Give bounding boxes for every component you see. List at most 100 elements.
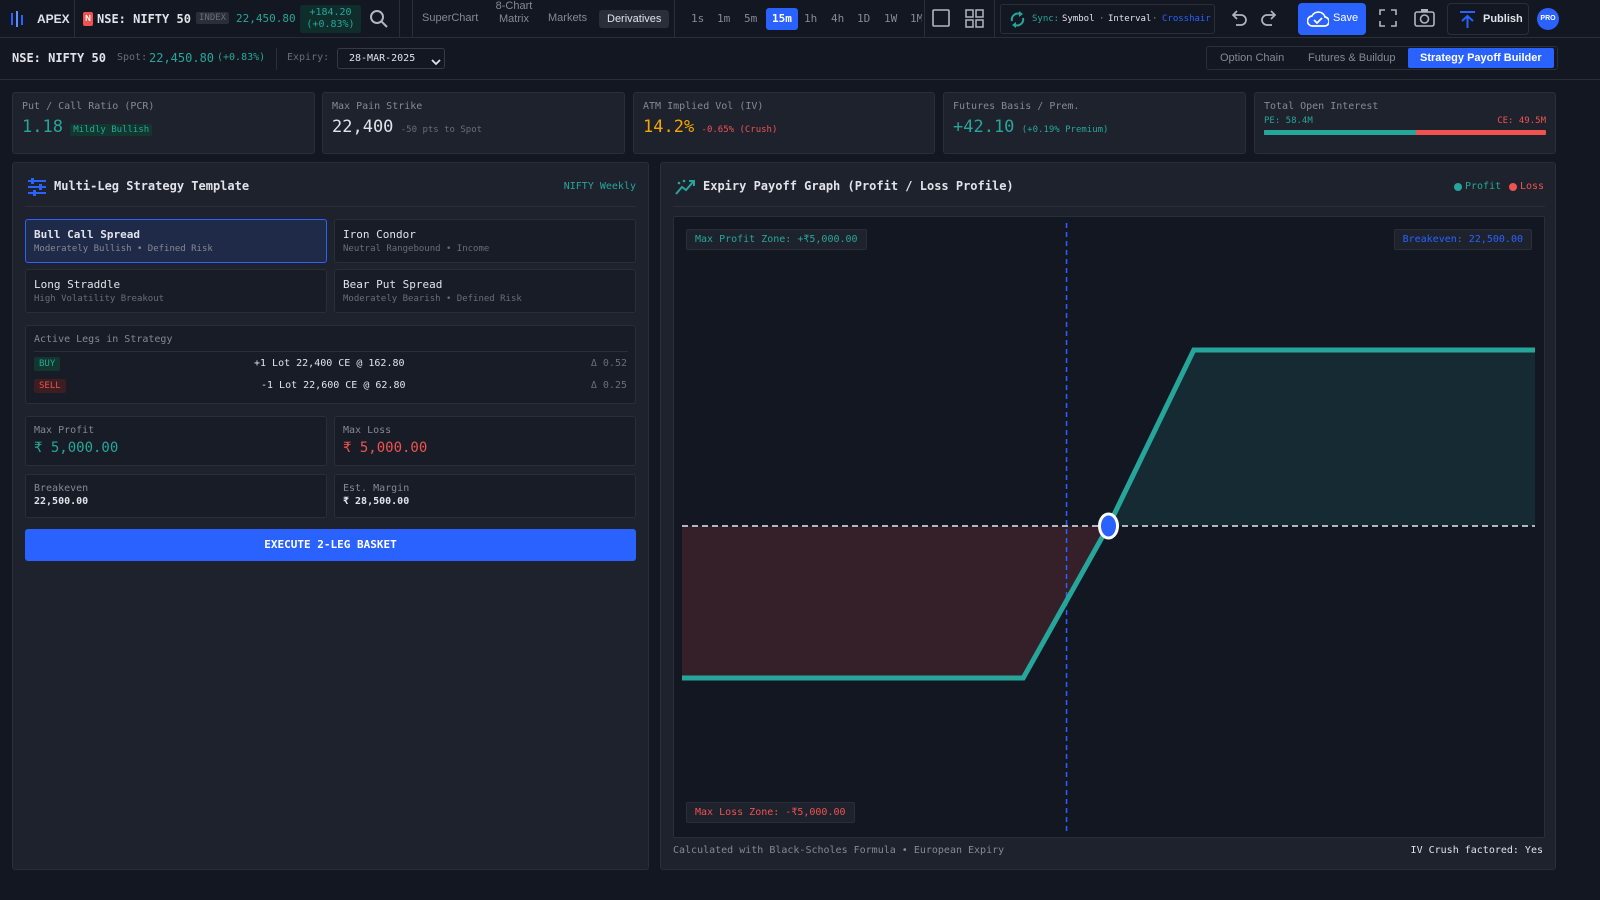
nav-derivatives[interactable]: Derivatives — [599, 10, 670, 28]
payoff-footer-iv-crush: IV Crush factored: Yes — [1410, 845, 1543, 856]
symbol-price: 22,450.80 — [236, 12, 296, 25]
spot-label: Spot: — [117, 52, 148, 63]
trend-chart-icon — [675, 178, 697, 199]
stat-label: Put / Call Ratio (PCR) — [22, 101, 155, 112]
template-bull-call-spread[interactable]: Bull Call Spread Moderately Bullish • De… — [25, 219, 327, 263]
stat-label: ATM Implied Vol (IV) — [643, 101, 764, 112]
expiry-select[interactable]: 28-MAR-2025 — [337, 48, 445, 69]
sync-separator-1: · — [1099, 14, 1105, 24]
timeframe-5m[interactable]: 5m — [744, 12, 757, 25]
timeframe-1d[interactable]: 1D — [857, 12, 870, 25]
stat-card-futures-basis: Futures Basis / Prem. +42.10 (+0.19% Pre… — [943, 92, 1246, 154]
tab-option-chain[interactable]: Option Chain — [1220, 52, 1284, 64]
view-tabs: Option Chain Futures & Buildup Strategy … — [1206, 46, 1558, 70]
symbol-name[interactable]: NSE: NIFTY 50 — [97, 12, 191, 26]
atm-iv-value: 14.2% — [643, 117, 695, 137]
save-button[interactable]: Save — [1298, 3, 1366, 35]
stat-label: Max Pain Strike — [332, 101, 423, 112]
template-desc: Neutral Rangebound • Income — [343, 244, 490, 254]
strategy-badge: NIFTY Weekly — [563, 181, 636, 192]
strategy-panel: Multi-Leg Strategy Template NIFTY Weekly… — [12, 162, 649, 870]
timeframe-1m-month[interactable]: 1M — [910, 12, 922, 25]
redo-icon[interactable] — [1261, 10, 1279, 29]
max-pain-sub: -50 pts to Spot — [400, 125, 483, 135]
payoff-chart — [682, 223, 1535, 831]
symbol-badge: N — [83, 12, 93, 26]
template-bear-put-spread[interactable]: Bear Put Spread Moderately Bearish • Def… — [334, 269, 636, 313]
template-iron-condor[interactable]: Iron Condor Neutral Rangebound • Income — [334, 219, 636, 263]
search-icon[interactable] — [369, 9, 389, 32]
oi-pe-value: PE: 58.4M — [1264, 116, 1313, 126]
price-change-pct: (+0.83%) — [306, 19, 355, 30]
sync-crosshair[interactable]: Crosshair — [1162, 14, 1211, 24]
timeframe-4h[interactable]: 4h — [831, 12, 844, 25]
metric-label: Est. Margin — [343, 483, 410, 494]
legend-profit-dot — [1454, 183, 1462, 191]
tab-strategy-payoff-builder[interactable]: Strategy Payoff Builder — [1408, 48, 1554, 68]
timeframe-1s[interactable]: 1s — [691, 12, 704, 25]
template-long-straddle[interactable]: Long Straddle High Volatility Breakout — [25, 269, 327, 313]
oi-ce-value: CE: 49.5M — [1497, 116, 1546, 126]
timeframe-15m[interactable]: 15m — [766, 8, 798, 30]
nav-markets[interactable]: Markets — [548, 12, 587, 24]
brand-name: APEX — [37, 12, 70, 26]
top-toolbar: APEX N NSE: NIFTY 50 INDEX 22,450.80 +18… — [0, 0, 1600, 38]
expiry-value: 28-MAR-2025 — [349, 53, 416, 64]
leg-delta: Δ 0.25 — [590, 380, 627, 391]
grid-layout-icon[interactable] — [965, 9, 984, 31]
timeframe-1h[interactable]: 1h — [804, 12, 817, 25]
payoff-panel: Expiry Payoff Graph (Profit / Loss Profi… — [660, 162, 1556, 870]
pcr-value: 1.18 — [22, 117, 63, 137]
chevron-down-icon — [431, 55, 441, 69]
camera-icon[interactable] — [1414, 8, 1435, 30]
spot-value: 22,450.80 — [149, 51, 215, 65]
sync-symbol[interactable]: Symbol — [1062, 14, 1095, 24]
sync-control[interactable]: Sync: Symbol · Interval · Crosshair — [1000, 4, 1215, 34]
pro-avatar[interactable]: PRO — [1537, 8, 1559, 30]
payoff-footer-formula: Calculated with Black-Scholes Formula • … — [673, 845, 1005, 856]
template-name: Iron Condor — [343, 228, 416, 241]
metric-max-profit: Max Profit ₹ 5,000.00 — [25, 416, 327, 466]
strategy-panel-title: Multi-Leg Strategy Template — [54, 179, 250, 193]
subheader-symbol: NSE: NIFTY 50 — [12, 51, 106, 65]
legend-profit: Profit — [1465, 181, 1502, 192]
expiry-label: Expiry: — [287, 52, 330, 63]
stat-card-max-pain: Max Pain Strike 22,400 -50 pts to Spot — [322, 92, 625, 154]
timeframe-1w[interactable]: 1W — [884, 12, 897, 25]
breakeven-marker — [1098, 512, 1119, 540]
max-profit-zone-label: Max Profit Zone: +₹5,000.00 — [686, 229, 867, 250]
apex-logo-icon[interactable] — [10, 11, 28, 30]
nav-superchart[interactable]: SuperChart — [422, 12, 478, 24]
leg-description: -1 Lot 22,600 CE @ 62.80 — [261, 380, 406, 391]
execute-basket-button[interactable]: EXECUTE 2-LEG BASKET — [25, 529, 636, 561]
breakeven-value: 22,500.00 — [34, 496, 89, 507]
symbol-subheader: NSE: NIFTY 50 Spot: 22,450.80 (+0.83%) E… — [0, 38, 1600, 80]
sliders-icon — [27, 177, 47, 200]
stat-card-atm-iv: ATM Implied Vol (IV) 14.2% -0.65% (Crush… — [633, 92, 935, 154]
futures-basis-value: +42.10 — [953, 117, 1015, 137]
index-tag: INDEX — [196, 12, 230, 24]
fullscreen-icon[interactable] — [1379, 9, 1397, 30]
payoff-title: Expiry Payoff Graph (Profit / Loss Profi… — [703, 179, 1014, 193]
oi-ratio-bar — [1264, 130, 1546, 135]
nav-8-chart-matrix[interactable]: 8-Chart Matrix — [494, 0, 534, 26]
leg-description: +1 Lot 22,400 CE @ 162.80 — [254, 358, 405, 369]
publish-button[interactable]: Publish — [1447, 3, 1529, 35]
stat-card-pcr: Put / Call Ratio (PCR) 1.18 Mildly Bulli… — [12, 92, 315, 154]
metric-breakeven: Breakeven 22,500.00 — [25, 474, 327, 518]
loss-area — [682, 526, 1109, 678]
tab-futures-buildup[interactable]: Futures & Buildup — [1308, 52, 1395, 64]
metric-label: Max Loss — [343, 425, 392, 436]
sync-interval[interactable]: Interval — [1108, 14, 1151, 24]
undo-icon[interactable] — [1229, 10, 1247, 29]
timeframe-1m[interactable]: 1m — [717, 12, 730, 25]
template-desc: Moderately Bearish • Defined Risk — [343, 294, 522, 304]
single-layout-icon[interactable] — [932, 9, 950, 30]
cloud-save-icon — [1306, 11, 1330, 30]
save-label: Save — [1333, 12, 1359, 24]
profit-area — [1108, 350, 1535, 526]
payoff-chart-area[interactable]: Max Profit Zone: +₹5,000.00 Breakeven: 2… — [673, 216, 1545, 838]
price-change: +184.20 — [309, 7, 352, 18]
metric-label: Max Profit — [34, 425, 95, 436]
metric-label: Breakeven — [34, 483, 89, 494]
